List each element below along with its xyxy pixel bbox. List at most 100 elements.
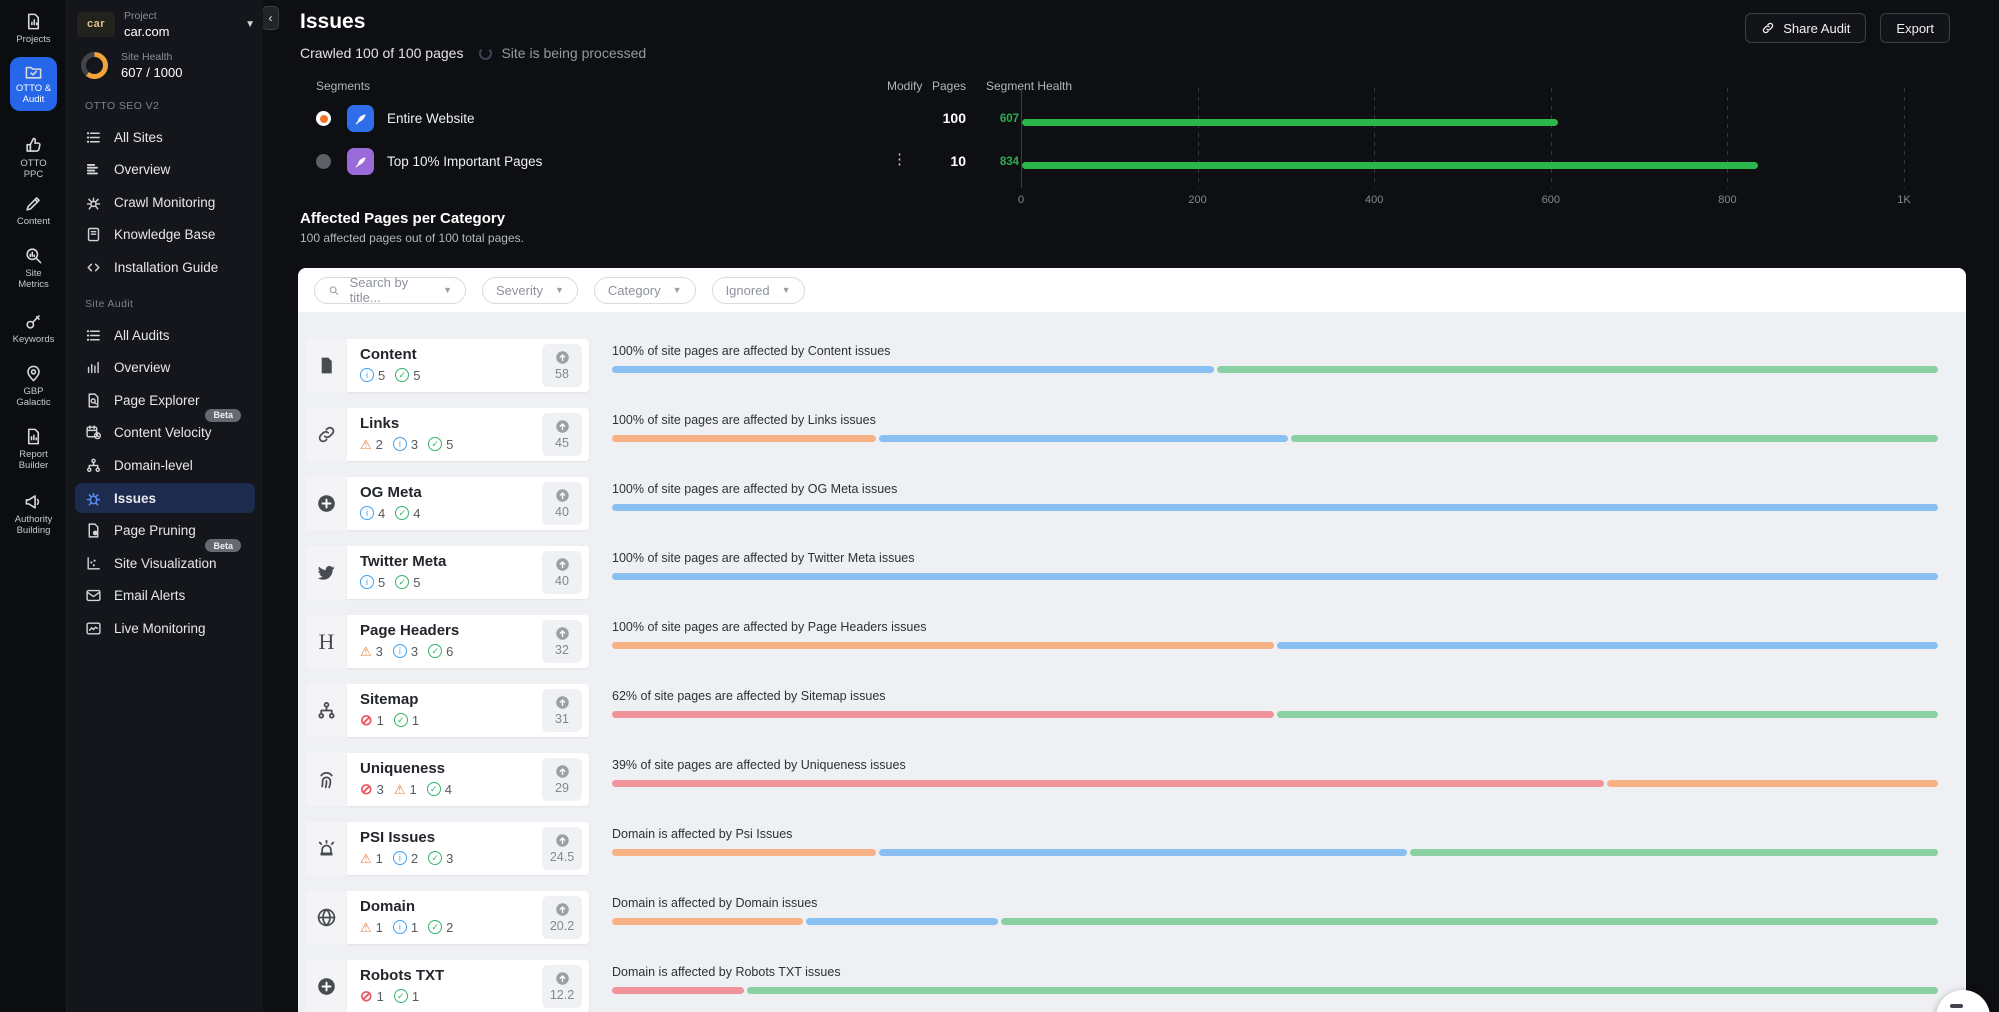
chevron-down-icon[interactable]: ▼ — [245, 19, 255, 30]
category-bar — [612, 573, 1938, 580]
segment-name: Entire Website — [387, 111, 475, 126]
category-row-robots-txt: Robots TXT⊘1✓112.2Domain is affected by … — [306, 960, 1966, 1012]
ignored-filter-dropdown[interactable]: Ignored ▼ — [712, 277, 805, 304]
category-card[interactable]: Twitter Metai5✓540 — [347, 546, 589, 599]
rail-item-projects[interactable]: Projects — [0, 12, 67, 46]
sidebar-item-live-monitoring[interactable]: Live Monitoring — [75, 613, 255, 643]
share-audit-button[interactable]: Share Audit — [1745, 13, 1866, 43]
category-card[interactable]: OG Metai4✓440 — [347, 477, 589, 530]
arrow-up-circle-icon — [555, 419, 570, 434]
export-button[interactable]: Export — [1880, 13, 1950, 43]
sidebar-section-title: OTTO SEO V2 — [85, 100, 159, 112]
bar-segment-orange — [612, 435, 876, 442]
pulse-icon — [85, 620, 102, 637]
category-card[interactable]: PSI Issues⚠1i2✓324.5 — [347, 822, 589, 875]
category-bar-text: Domain is affected by Psi Issues — [612, 827, 792, 841]
category-bar-text: 39% of site pages are affected by Unique… — [612, 758, 906, 772]
beta-badge: Beta — [205, 539, 241, 552]
search-input[interactable]: Search by title... ▼ — [314, 277, 466, 304]
sidebar-item-site-visualization[interactable]: Site VisualizationBeta — [75, 548, 255, 578]
severity-count-passed: ✓5 — [395, 368, 420, 383]
chevron-down-icon: ▼ — [555, 285, 564, 295]
rail-item-site-metrics[interactable]: Site Metrics — [0, 246, 67, 291]
sidebar-item-overview[interactable]: Overview — [75, 353, 255, 383]
segment-radio[interactable] — [316, 111, 331, 126]
severity-filter-dropdown[interactable]: Severity ▼ — [482, 277, 578, 304]
tree-icon — [316, 700, 337, 721]
crawled-status: Crawled 100 of 100 pages — [300, 45, 463, 61]
segment-radio[interactable] — [316, 154, 331, 169]
rail-item-gbp-galactic[interactable]: GBP Galactic — [0, 364, 67, 409]
category-icon-cell — [306, 960, 347, 1012]
category-bar-text: 100% of site pages are affected by Twitt… — [612, 551, 914, 565]
bar-segment-red — [612, 987, 744, 994]
sidebar-item-domain-level[interactable]: Domain-level — [75, 450, 255, 480]
rail-item-authority-building[interactable]: Authority Building — [0, 492, 67, 537]
bar-segment-green — [1291, 435, 1938, 442]
sidebar-item-installation-guide[interactable]: Installation Guide — [75, 252, 255, 282]
severity-count-warning: ⚠3 — [360, 644, 383, 659]
sidebar-item-knowledge-base[interactable]: Knowledge Base — [75, 220, 255, 250]
affected-pages-subtitle: 100 affected pages out of 100 total page… — [300, 231, 524, 245]
bar-segment-orange — [1607, 780, 1938, 787]
sidebar-item-content-velocity[interactable]: Content VelocityBeta — [75, 418, 255, 448]
rail-item-otto-ppc[interactable]: OTTO PPC — [0, 136, 67, 181]
category-bar — [612, 780, 1938, 787]
search-chart-icon — [24, 246, 43, 265]
category-score: 40 — [555, 574, 569, 588]
category-card[interactable]: Sitemap⊘1✓131 — [347, 684, 589, 737]
rail-item-content[interactable]: Content — [0, 194, 67, 228]
doc-chart-icon — [24, 12, 43, 31]
severity-count-info: i3 — [393, 437, 418, 452]
sidebar-item-all-sites[interactable]: All Sites — [75, 122, 255, 152]
page-title: Issues — [300, 10, 365, 34]
segment-modify-menu-icon[interactable]: ⋮ — [892, 150, 907, 168]
project-selector[interactable]: car Project car.com ▼ — [77, 5, 255, 43]
category-bar-text: 100% of site pages are affected by OG Me… — [612, 482, 897, 496]
severity-count-info: i5 — [360, 575, 385, 590]
sidebar-item-crawl-monitoring[interactable]: Crawl Monitoring — [75, 187, 255, 217]
category-row-sitemap: Sitemap⊘1✓13162% of site pages are affec… — [306, 684, 1966, 737]
tree-icon — [85, 457, 102, 474]
site-health-label: Site Health — [121, 51, 182, 63]
sidebar-item-overview[interactable]: Overview — [75, 155, 255, 185]
collapse-sidebar-button[interactable]: ‹ — [262, 6, 279, 30]
chart-tick-label: 400 — [1365, 194, 1383, 206]
fingerprint-icon — [316, 769, 337, 790]
category-card[interactable]: Uniqueness⊘3⚠1✓429 — [347, 753, 589, 806]
sidebar-item-all-audits[interactable]: All Audits — [75, 320, 255, 350]
category-card[interactable]: Contenti5✓558 — [347, 339, 589, 392]
crawl-status-line: Crawled 100 of 100 pages Site is being p… — [300, 45, 646, 61]
sidebar-item-issues[interactable]: Issues — [75, 483, 255, 513]
category-card[interactable]: Domain⚠1i1✓220.2 — [347, 891, 589, 944]
category-filter-dropdown[interactable]: Category ▼ — [594, 277, 696, 304]
segment-pages: 100 — [911, 110, 966, 126]
category-score: 45 — [555, 436, 569, 450]
category-row-content: Contenti5✓558100% of site pages are affe… — [306, 339, 1966, 392]
chart-tick-label: 200 — [1188, 194, 1206, 206]
rail-item-keywords[interactable]: Keywords — [0, 312, 67, 346]
category-icon-cell: H — [306, 615, 347, 668]
link-icon — [1761, 21, 1775, 35]
circle-plus-icon — [316, 976, 337, 997]
category-icon-cell — [306, 477, 347, 530]
category-row-page-headers: HPage Headers⚠3i3✓632100% of site pages … — [306, 615, 1966, 668]
chevron-down-icon: ▼ — [782, 285, 791, 295]
category-card[interactable]: Robots TXT⊘1✓112.2 — [347, 960, 589, 1012]
globe-icon — [316, 907, 337, 928]
category-bar — [612, 849, 1938, 856]
project-logo: car — [77, 12, 115, 37]
sidebar-item-email-alerts[interactable]: Email Alerts — [75, 581, 255, 611]
severity-count-warning: ⚠1 — [360, 851, 383, 866]
app-root: Projects OTTO & Audit OTTO PPC Content Site … — [0, 0, 1999, 1012]
rail-item-report-builder[interactable]: Report Builder — [0, 427, 67, 472]
category-card[interactable]: Links⚠2i3✓545 — [347, 408, 589, 461]
severity-count-warning: ⚠2 — [360, 437, 383, 452]
category-row-domain: Domain⚠1i1✓220.2Domain is affected by Do… — [306, 891, 1966, 944]
severity-count-info: i2 — [393, 851, 418, 866]
rail-item-otto-audit[interactable]: OTTO & Audit — [10, 57, 57, 111]
category-card[interactable]: Page Headers⚠3i3✓632 — [347, 615, 589, 668]
arrow-up-circle-icon — [555, 350, 570, 365]
chart-tick-label: 1K — [1897, 194, 1910, 206]
arrow-up-circle-icon — [555, 557, 570, 572]
